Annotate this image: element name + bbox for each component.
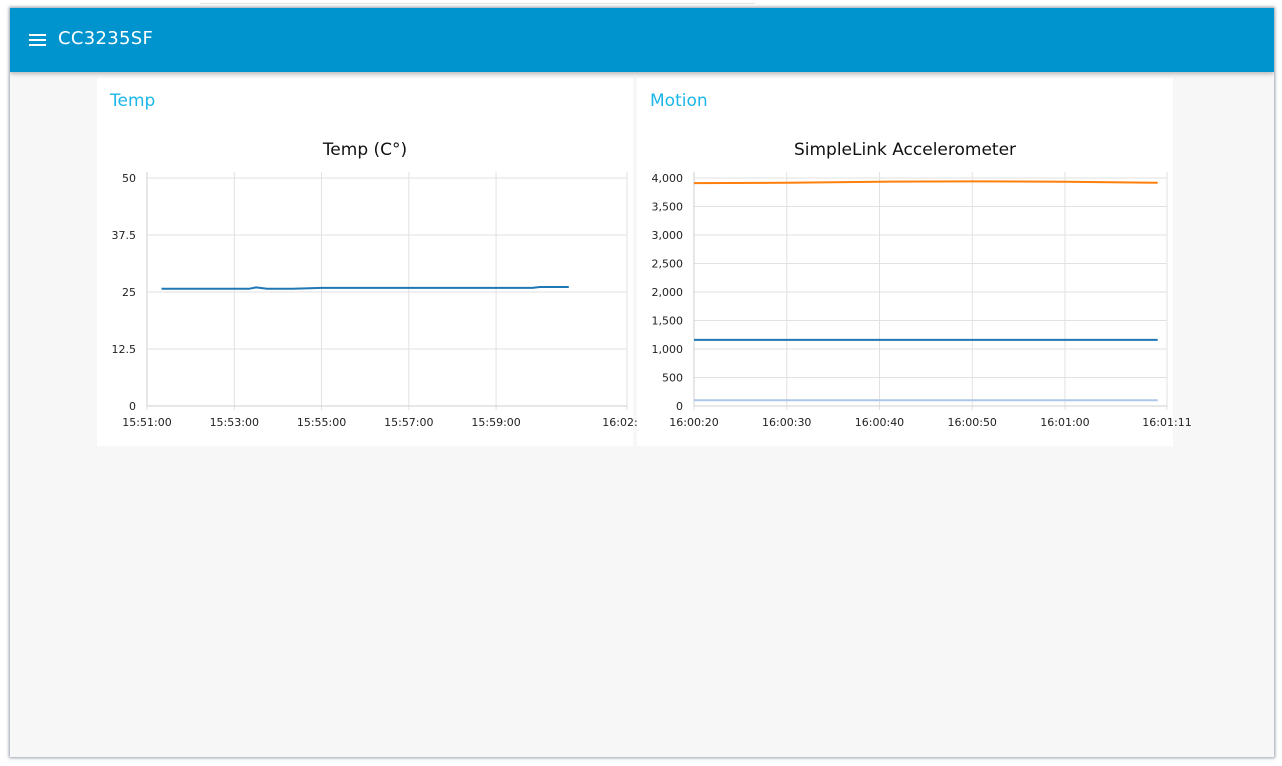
y-tick-label: 50 (122, 172, 136, 185)
top-edge-line (200, 3, 755, 4)
y-tick-label: 2,500 (652, 258, 684, 271)
x-tick-label: 15:59:00 (471, 416, 520, 429)
temp-chart: 0 12.5 25 37.5 50 15:51:00 15:53:00 15:55:00 15:… (112, 172, 652, 429)
group-card-temp: Temp Temp (C°) 0 12.5 25 37.5 50 15:51:00 15:5… (97, 78, 652, 446)
top-toolbar: CC3235SF (10, 8, 1274, 72)
y-tick-label: 2,000 (652, 286, 684, 299)
x-tick-label: 15:55:00 (297, 416, 346, 429)
x-tick-label: 16:01:00 (1040, 416, 1089, 429)
y-tick-label: 4,000 (652, 172, 684, 185)
hamburger-menu-icon[interactable] (26, 28, 50, 52)
x-tick-label: 16:01:11 (1142, 416, 1191, 429)
x-tick-label: 16:00:30 (762, 416, 811, 429)
y-tick-label: 500 (662, 372, 683, 385)
x-tick-label: 16:00:40 (855, 416, 904, 429)
y-tick-label: 3,500 (652, 201, 684, 214)
y-tick-label: 3,000 (652, 229, 684, 242)
x-tick-label: 16:00:20 (669, 416, 718, 429)
y-tick-label: 0 (129, 400, 136, 413)
accelerometer-chart: 0 500 1,000 1,500 2,000 2,500 3,000 3,500 4,000 1… (652, 172, 1192, 429)
y-tick-label: 0 (676, 400, 683, 413)
x-tick-label: 15:57:00 (384, 416, 433, 429)
x-tick-label: 15:53:00 (210, 416, 259, 429)
series-line-0 (693, 180, 1158, 185)
y-tick-label: 1,500 (652, 315, 684, 328)
y-tick-label: 25 (122, 286, 136, 299)
x-tick-label: 16:00:50 (948, 416, 997, 429)
y-tick-label: 1,000 (652, 343, 684, 356)
x-tick-label: 15:51:00 (122, 416, 171, 429)
series-line-0 (161, 286, 569, 290)
group-card-motion: Motion SimpleLink Accelerometer 0 500 1,00… (637, 78, 1192, 446)
dashboard-window: CC3235SF Temp Temp (C°) 0 12.5 25 37.5 50 15:… (10, 8, 1274, 757)
y-tick-label: 37.5 (112, 229, 137, 242)
y-tick-label: 12.5 (112, 343, 137, 356)
app-title: CC3235SF (58, 28, 154, 49)
